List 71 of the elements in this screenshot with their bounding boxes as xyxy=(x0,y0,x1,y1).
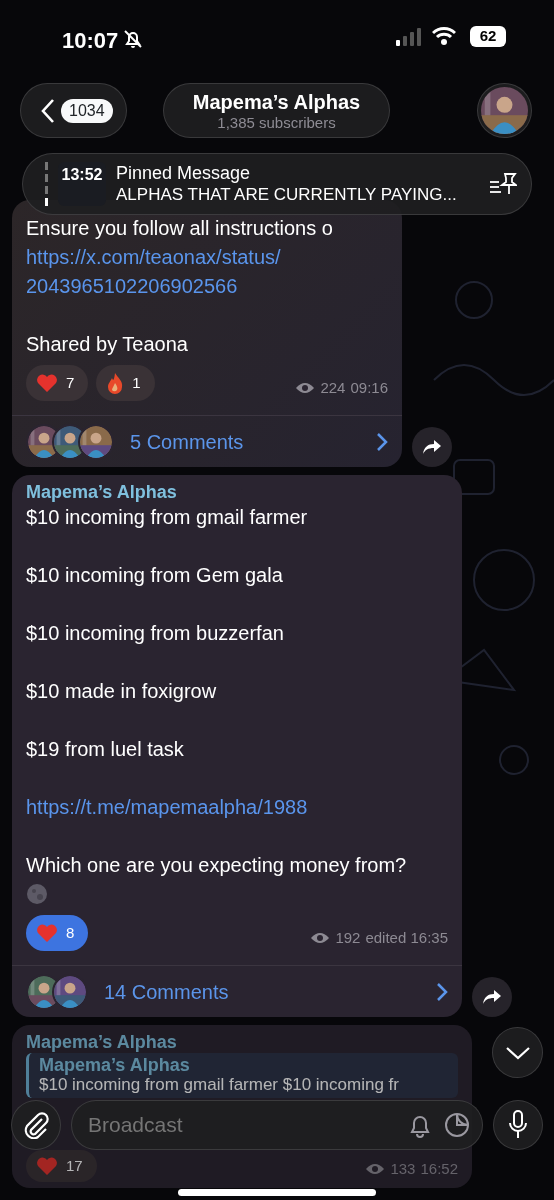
reaction-button[interactable]: 17 xyxy=(26,1150,97,1182)
thumbnail-clock: 13:52 xyxy=(61,166,103,184)
view-count: 192 xyxy=(335,927,361,948)
back-chevron-icon xyxy=(41,97,55,124)
reaction-count: 8 xyxy=(66,922,75,943)
message-text: $19 from luel task xyxy=(26,737,185,762)
back-button[interactable]: 1034 xyxy=(20,83,127,138)
pinned-label: Pinned Message xyxy=(116,162,252,184)
view-count: 224 xyxy=(320,377,346,398)
message-time: edited 16:35 xyxy=(365,927,448,948)
reaction-count: 1 xyxy=(132,372,141,393)
eye-icon xyxy=(365,1161,386,1176)
comments-link[interactable]: 5 Comments xyxy=(130,426,376,457)
message-link[interactable]: https://x.com/teaonax/status/2043965102206902566 xyxy=(26,243,388,301)
reaction-button[interactable]: 1 xyxy=(96,365,155,401)
pin-list-icon xyxy=(489,172,517,196)
comments-link[interactable]: 14 Comments xyxy=(104,976,436,1007)
message-text: $10 incoming from Gem gala xyxy=(26,563,284,588)
voice-message-button[interactable] xyxy=(493,1100,543,1150)
message-text: Ensure you follow all instructions o xyxy=(26,216,334,241)
message-time: 16:52 xyxy=(420,1158,458,1179)
channel-avatar[interactable] xyxy=(477,83,532,138)
message-text: $10 incoming from gmail farmer xyxy=(26,505,309,530)
heart-icon xyxy=(36,1156,58,1176)
chevron-right-icon xyxy=(376,431,388,452)
eye-icon xyxy=(310,930,331,945)
quote-author: Mapema’s Alphas xyxy=(39,1055,191,1075)
signal-icon xyxy=(396,28,422,46)
sender-name: Mapema’s Alphas xyxy=(26,1031,178,1053)
quote-text: $10 incoming from gmail farmer $10 incoming fr xyxy=(39,1075,400,1095)
reaction-button[interactable]: 7 xyxy=(26,365,89,401)
battery-level: 62 xyxy=(470,26,506,47)
microphone-icon xyxy=(508,1110,528,1140)
message-time: 09:16 xyxy=(350,377,388,398)
text-input[interactable]: Broadcast xyxy=(86,1108,396,1142)
flame-icon xyxy=(106,372,125,394)
message-input-field[interactable]: Broadcast xyxy=(71,1100,483,1150)
share-arrow-icon xyxy=(422,439,442,455)
forward-button[interactable] xyxy=(412,427,452,467)
sender-name: Mapema’s Alphas xyxy=(26,481,178,503)
message-text: Shared by Teaona xyxy=(26,332,189,357)
message-text: Which one are you expecting money from? xyxy=(26,853,408,878)
muted-bell-icon xyxy=(122,28,144,50)
pinned-message-bar[interactable]: 13:52 Pinned Message ALPHAS THAT ARE CURRENTLY PAYING... xyxy=(22,153,532,215)
subscriber-count: 1,385 subscribers xyxy=(216,114,337,132)
reaction-count: 17 xyxy=(66,1155,83,1176)
pin-indicator-icon xyxy=(45,162,48,206)
wifi-icon xyxy=(432,27,456,45)
chevron-right-icon xyxy=(436,981,448,1002)
view-count: 133 xyxy=(390,1158,416,1179)
channel-title: Mapema’s Alphas xyxy=(191,90,362,114)
moon-face-icon xyxy=(26,883,48,905)
eye-icon xyxy=(295,380,316,395)
message-link[interactable]: https://t.me/mapemaalpha/1988 xyxy=(26,793,448,822)
channel-title-pill[interactable]: Mapema’s Alphas 1,385 subscribers xyxy=(163,83,390,138)
reaction-button[interactable]: 8 xyxy=(26,915,89,951)
unread-count: 1034 xyxy=(61,98,113,123)
sticker-icon xyxy=(444,1112,470,1138)
reaction-count: 7 xyxy=(66,372,75,393)
chevron-down-icon xyxy=(504,1045,531,1060)
pinned-text: ALPHAS THAT ARE CURRENTLY PAYING... xyxy=(116,184,458,206)
message-text: $10 incoming from buzzerfan xyxy=(26,621,285,646)
message-text: $10 made in foxigrow xyxy=(26,679,218,704)
share-arrow-icon xyxy=(482,989,502,1005)
quoted-message[interactable]: Mapema’s Alphas $10 incoming from gmail farmer $10 incoming fr xyxy=(26,1053,458,1098)
heart-icon xyxy=(36,373,58,393)
scroll-down-button[interactable] xyxy=(492,1027,543,1078)
heart-icon xyxy=(36,923,58,943)
forward-button[interactable] xyxy=(472,977,512,1017)
status-time: 10:07 xyxy=(62,27,119,55)
paperclip-icon xyxy=(22,1111,50,1139)
